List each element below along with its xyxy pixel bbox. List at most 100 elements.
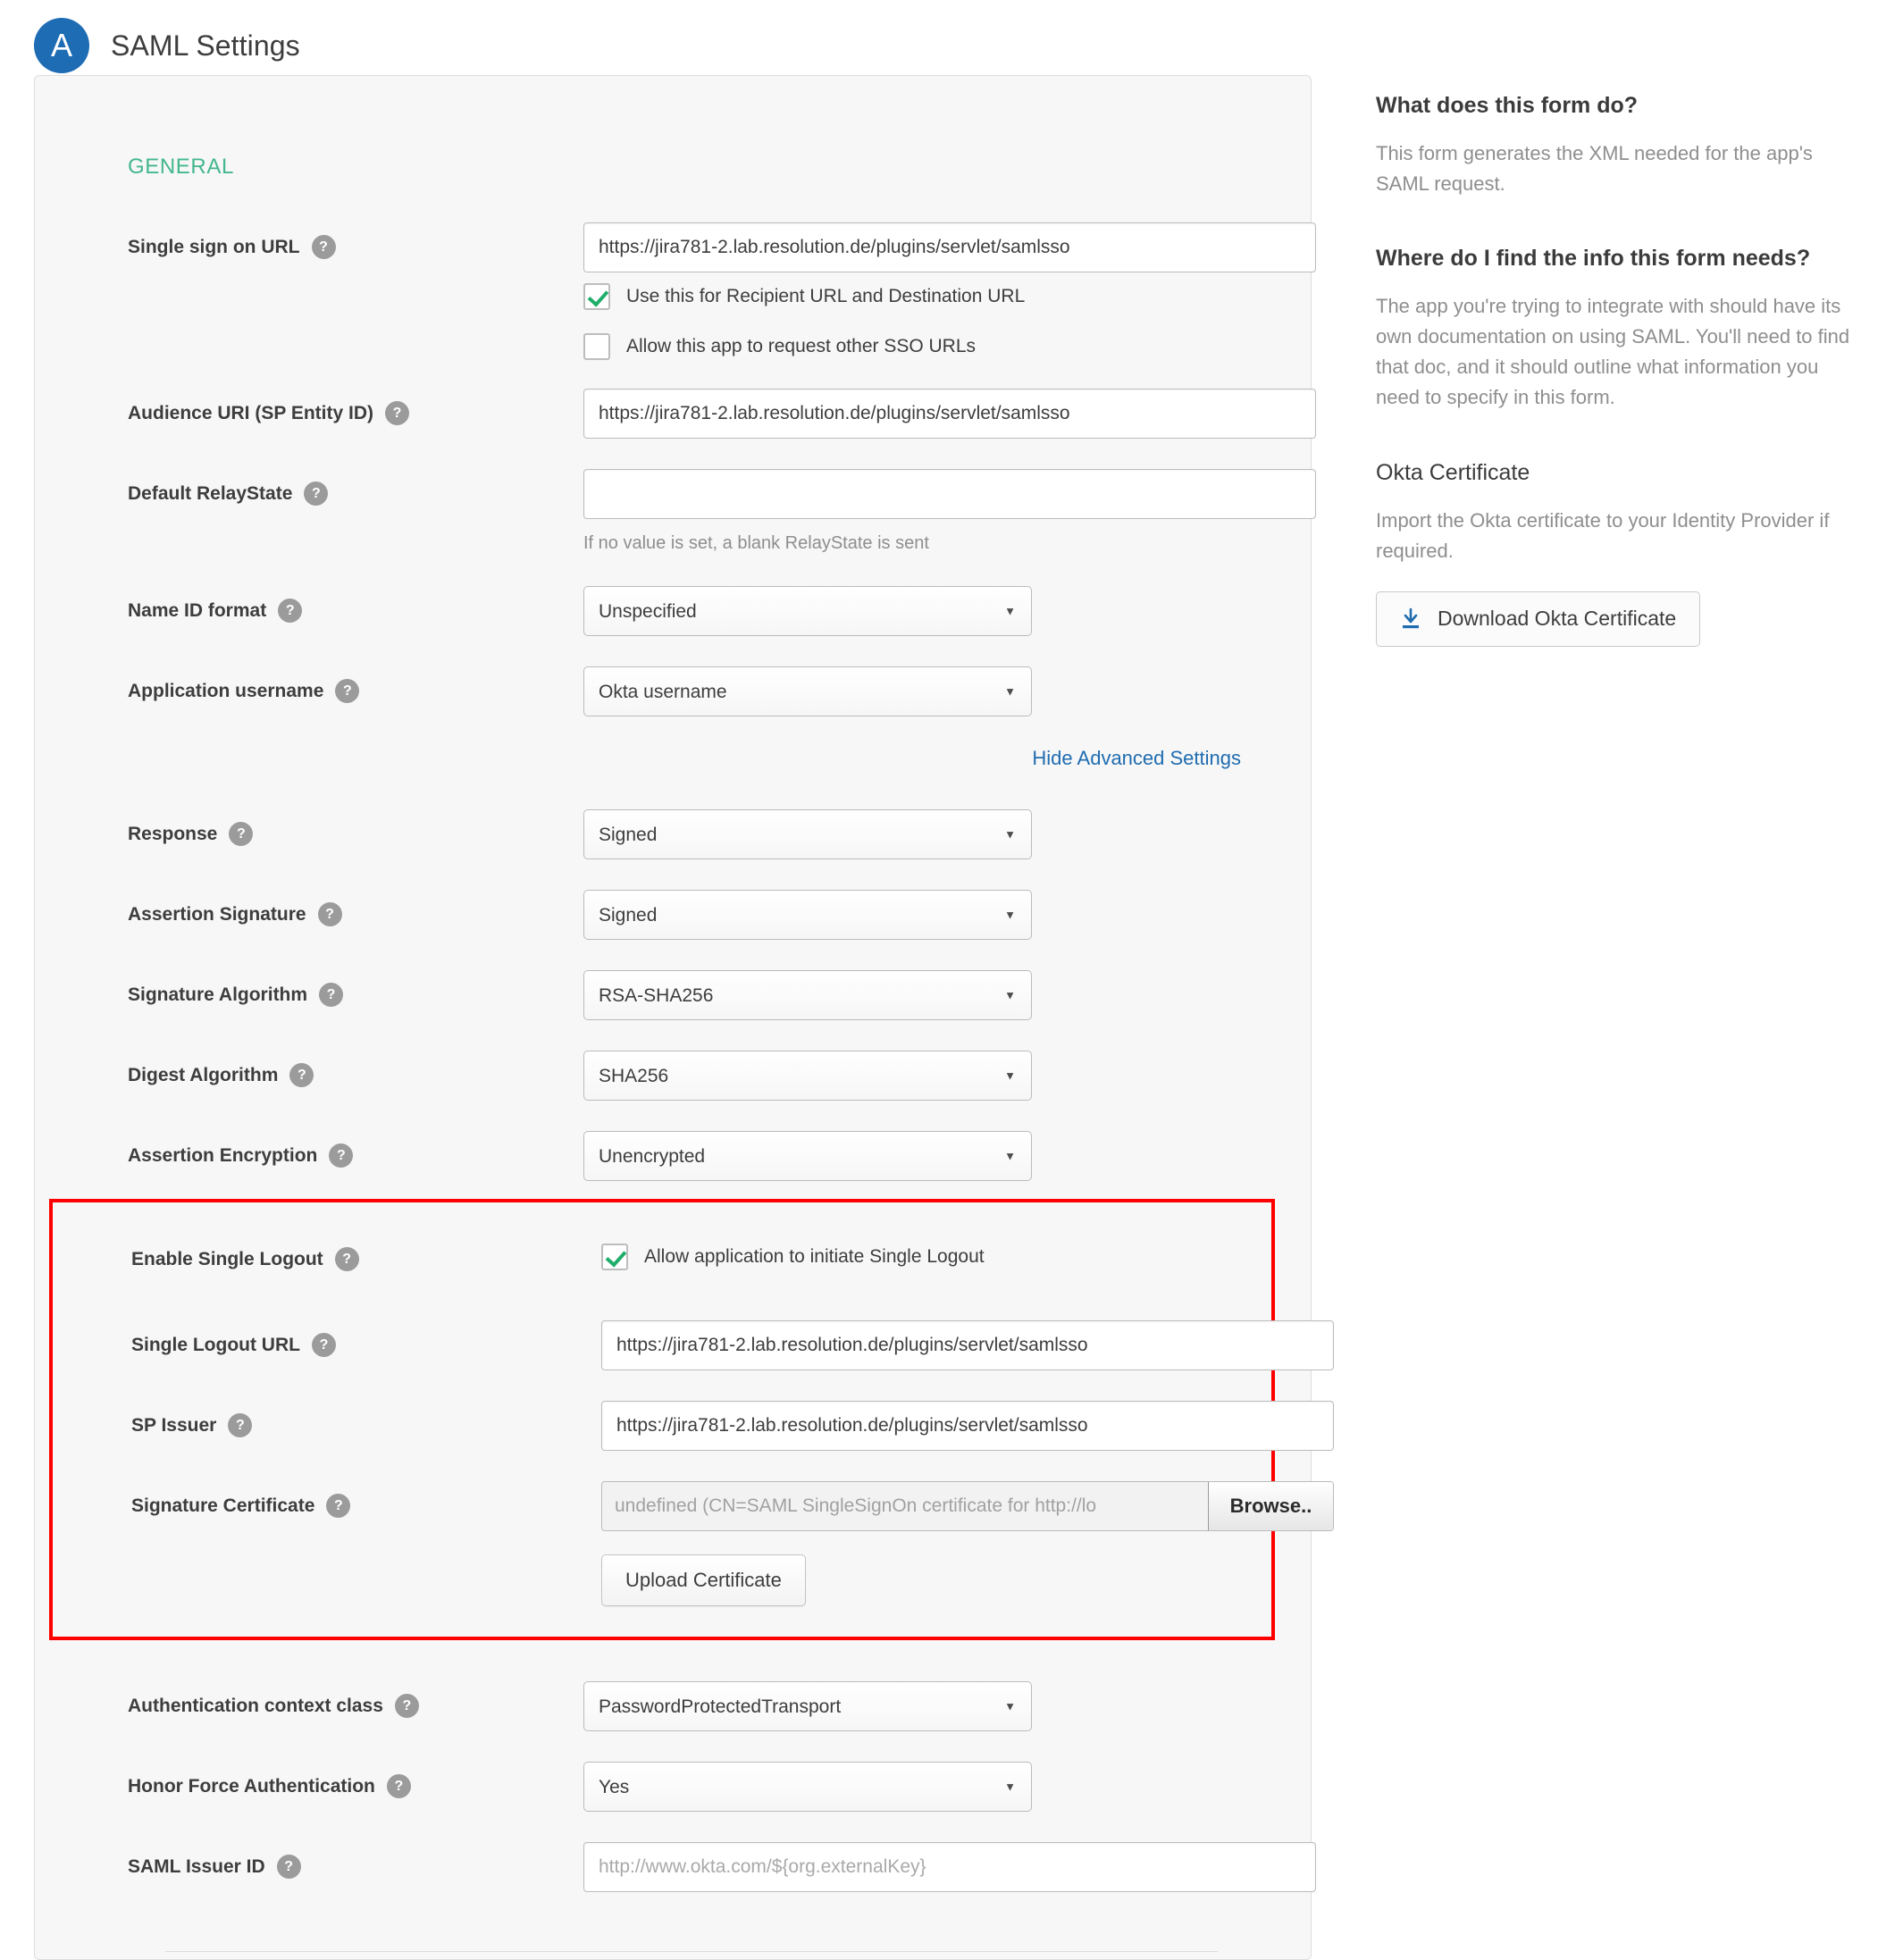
control-assertion-encryption: Unencrypted ▼	[583, 1131, 1311, 1181]
help-icon[interactable]: ?	[326, 1494, 351, 1518]
response-select[interactable]: Signed	[583, 809, 1032, 859]
help-icon[interactable]: ?	[394, 1694, 419, 1718]
field-row-saml-issuer-id: SAML Issuer ID ?	[35, 1842, 1316, 1897]
help-block-what-does-form-do: What does this form do? This form genera…	[1376, 93, 1865, 199]
field-row-default-relaystate: Default RelayState ? If no value is set,…	[35, 469, 1316, 554]
help-icon[interactable]: ?	[319, 983, 344, 1007]
application-username-select[interactable]: Okta username	[583, 666, 1032, 716]
checkbox-allow-other-sso-urls[interactable]: Allow this app to request other SSO URLs	[583, 333, 1311, 360]
assertion-encryption-select[interactable]: Unencrypted	[583, 1131, 1032, 1181]
help-icon[interactable]: ?	[304, 482, 329, 506]
label-text: Assertion Encryption	[128, 1144, 318, 1166]
browse-button[interactable]: Browse..	[1208, 1482, 1333, 1530]
page-title: SAML Settings	[111, 29, 300, 62]
label-text: Single sign on URL	[128, 236, 300, 257]
help-icon[interactable]: ?	[334, 1247, 359, 1271]
signature-algorithm-select-wrapper[interactable]: RSA-SHA256 ▼	[583, 970, 1032, 1020]
checkbox-allow-app-initiate-single-logout[interactable]: Allow application to initiate Single Log…	[601, 1235, 1271, 1270]
help-icon[interactable]: ?	[229, 822, 254, 846]
avatar: A	[34, 18, 89, 73]
digest-algorithm-select-wrapper[interactable]: SHA256 ▼	[583, 1051, 1032, 1101]
authentication-context-class-select[interactable]: PasswordProtectedTransport	[583, 1681, 1032, 1731]
help-icon[interactable]: ?	[278, 599, 303, 623]
honor-force-authentication-select[interactable]: Yes	[583, 1762, 1032, 1812]
assertion-encryption-select-wrapper[interactable]: Unencrypted ▼	[583, 1131, 1032, 1181]
help-icon[interactable]: ?	[386, 1774, 411, 1798]
saml-issuer-id-input[interactable]	[583, 1842, 1316, 1892]
label-text: Signature Algorithm	[128, 984, 308, 1005]
label-signature-algorithm: Signature Algorithm ?	[128, 970, 583, 1007]
upload-certificate-button[interactable]: Upload Certificate	[601, 1554, 806, 1606]
control-signature-certificate: undefined (CN=SAML SingleSignOn certific…	[601, 1481, 1334, 1606]
control-honor-force-authentication: Yes ▼	[583, 1762, 1311, 1812]
help-icon[interactable]: ?	[311, 235, 336, 259]
help-heading-okta-certificate: Okta Certificate	[1376, 459, 1530, 485]
sp-issuer-input[interactable]	[601, 1401, 1334, 1451]
response-select-wrapper[interactable]: Signed ▼	[583, 809, 1032, 859]
hide-advanced-settings-link[interactable]: Hide Advanced Settings	[1032, 747, 1241, 769]
single-logout-url-input[interactable]	[601, 1320, 1334, 1370]
field-row-enable-single-logout: Enable Single Logout ? Allow application…	[53, 1235, 1271, 1290]
field-row-single-logout-url: Single Logout URL ?	[53, 1320, 1334, 1376]
label-signature-certificate: Signature Certificate ?	[131, 1481, 601, 1518]
download-okta-certificate-button[interactable]: Download Okta Certificate	[1376, 591, 1701, 647]
assertion-signature-select-wrapper[interactable]: Signed ▼	[583, 890, 1032, 940]
application-username-select-wrapper[interactable]: Okta username ▼	[583, 666, 1032, 716]
control-saml-issuer-id	[583, 1842, 1316, 1892]
signature-certificate-file-name: undefined (CN=SAML SingleSignOn certific…	[615, 1495, 1097, 1516]
saml-settings-card: GENERAL Single sign on URL ? Use thi	[34, 75, 1334, 1960]
label-text: Application username	[128, 680, 324, 701]
field-row-response: Response ? Signed ▼	[35, 809, 1311, 865]
label-name-id-format: Name ID format ?	[128, 586, 583, 623]
help-icon[interactable]: ?	[317, 902, 342, 926]
field-row-assertion-encryption: Assertion Encryption ? Unencrypted ▼	[35, 1131, 1311, 1186]
control-assertion-signature: Signed ▼	[583, 890, 1311, 940]
checkbox-use-recipient-url[interactable]: Use this for Recipient URL and Destinati…	[583, 283, 1311, 310]
audience-uri-input[interactable]	[583, 389, 1316, 439]
default-relaystate-input[interactable]	[583, 469, 1316, 519]
label-default-relaystate: Default RelayState ?	[128, 469, 583, 506]
help-icon[interactable]: ?	[228, 1413, 253, 1437]
signature-certificate-file-picker[interactable]: undefined (CN=SAML SingleSignOn certific…	[601, 1481, 1334, 1531]
label-enable-single-logout: Enable Single Logout ?	[131, 1235, 601, 1271]
download-icon	[1400, 607, 1421, 631]
field-row-name-id-format: Name ID format ? Unspecified ▼	[35, 586, 1311, 641]
label-authentication-context-class: Authentication context class ?	[128, 1681, 583, 1718]
honor-force-authentication-select-wrapper[interactable]: Yes ▼	[583, 1762, 1032, 1812]
digest-algorithm-select[interactable]: SHA256	[583, 1051, 1032, 1101]
control-application-username: Okta username ▼	[583, 666, 1311, 716]
label-text: Name ID format	[128, 599, 267, 621]
help-body-okta-certificate: Import the Okta certificate to your Iden…	[1376, 508, 1830, 562]
label-text: Digest Algorithm	[128, 1064, 279, 1085]
help-icon[interactable]: ?	[384, 401, 409, 425]
label-text: Audience URI (SP Entity ID)	[128, 402, 373, 423]
control-enable-single-logout: Allow application to initiate Single Log…	[601, 1235, 1271, 1270]
avatar-letter: A	[50, 27, 72, 63]
name-id-format-select[interactable]: Unspecified	[583, 586, 1032, 636]
checkbox-checked-icon[interactable]	[601, 1244, 628, 1270]
assertion-signature-select[interactable]: Signed	[583, 890, 1032, 940]
form-rows: Single sign on URL ? Use this for Recipi…	[35, 222, 1334, 1952]
control-authentication-context-class: PasswordProtectedTransport ▼	[583, 1681, 1311, 1731]
checkbox-checked-icon[interactable]	[583, 283, 610, 310]
field-row-application-username: Application username ? Okta username ▼	[35, 666, 1311, 722]
page-layout: GENERAL Single sign on URL ? Use thi	[0, 75, 1903, 1960]
help-icon[interactable]: ?	[335, 679, 360, 703]
single-sign-on-url-input[interactable]	[583, 222, 1316, 272]
signature-algorithm-select[interactable]: RSA-SHA256	[583, 970, 1032, 1020]
checkbox-label: Allow application to initiate Single Log…	[644, 1246, 985, 1267]
help-icon[interactable]: ?	[276, 1855, 301, 1879]
field-row-authentication-context-class: Authentication context class ? PasswordP…	[35, 1681, 1311, 1737]
control-digest-algorithm: SHA256 ▼	[583, 1051, 1311, 1101]
help-icon[interactable]: ?	[289, 1063, 314, 1087]
field-row-audience-uri: Audience URI (SP Entity ID) ?	[35, 389, 1316, 444]
advanced-settings-link-row: Hide Advanced Settings	[35, 747, 1311, 770]
authentication-context-class-select-wrapper[interactable]: PasswordProtectedTransport ▼	[583, 1681, 1032, 1731]
checkbox-unchecked-icon[interactable]	[583, 333, 610, 360]
field-row-signature-algorithm: Signature Algorithm ? RSA-SHA256 ▼	[35, 970, 1311, 1026]
field-row-sp-issuer: SP Issuer ?	[53, 1401, 1334, 1456]
name-id-format-select-wrapper[interactable]: Unspecified ▼	[583, 586, 1032, 636]
help-icon[interactable]: ?	[329, 1143, 354, 1168]
help-icon[interactable]: ?	[311, 1333, 336, 1357]
label-honor-force-authentication: Honor Force Authentication ?	[128, 1762, 583, 1798]
